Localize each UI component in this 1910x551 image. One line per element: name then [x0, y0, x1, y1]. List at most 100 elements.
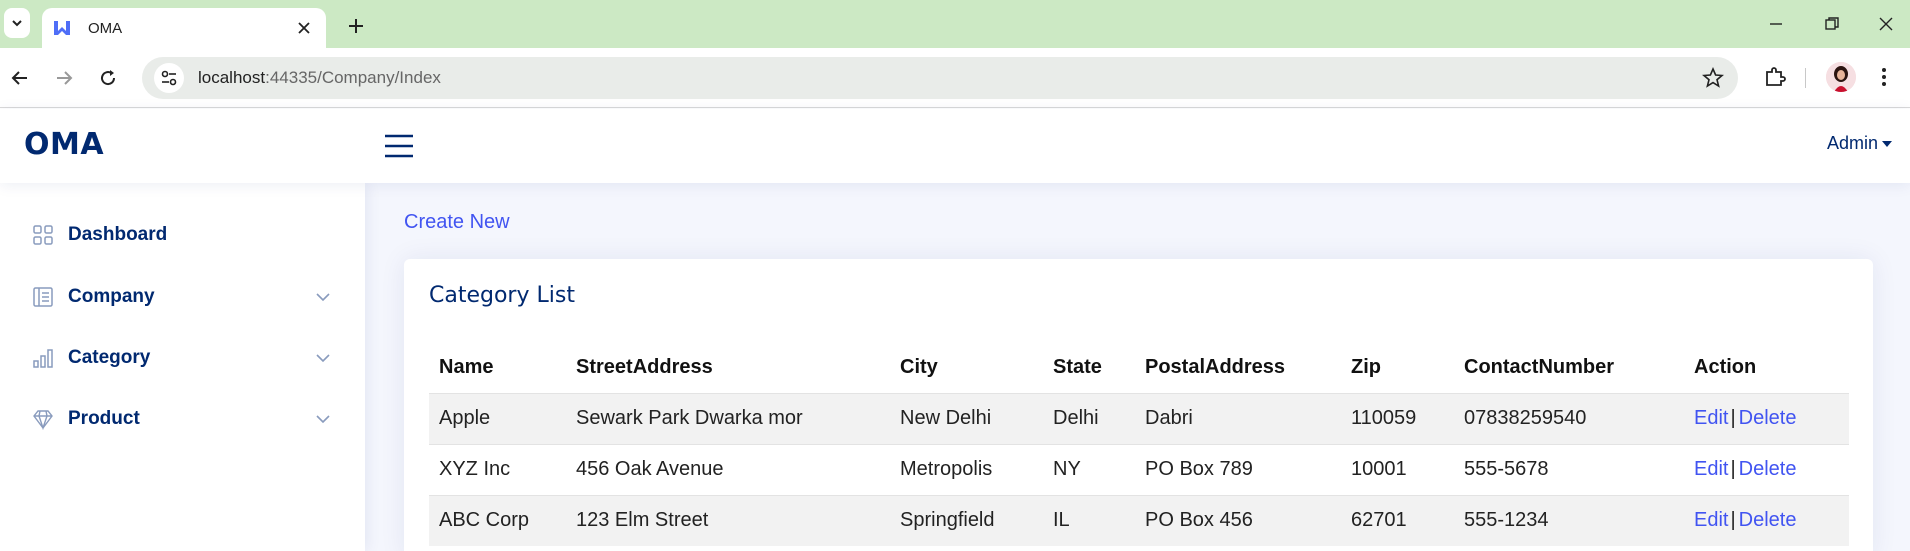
- sidebar-item-label: Company: [68, 286, 155, 307]
- action-separator: |: [1730, 509, 1736, 532]
- close-tab-icon[interactable]: [294, 18, 314, 38]
- cell-zip: 110059: [1341, 392, 1454, 444]
- profile-picture-icon: [1826, 62, 1856, 92]
- action-separator: |: [1730, 458, 1736, 480]
- edit-link[interactable]: Edit: [1694, 509, 1728, 531]
- more-vertical-icon: [1882, 68, 1886, 86]
- browser-tab-strip: OMA: [0, 0, 1910, 48]
- url-text: localhost:44335/Company/Index: [198, 68, 441, 88]
- cell-name: Apple: [429, 392, 566, 444]
- browser-tab-active[interactable]: OMA: [42, 8, 326, 48]
- cell-postal-address: PO Box 456: [1135, 494, 1341, 546]
- chevron-down-icon: [316, 415, 330, 424]
- chevron-down-icon: [316, 293, 330, 302]
- arrow-left-icon: [11, 71, 27, 85]
- cell-contact-number: 555-1234: [1454, 494, 1684, 546]
- minimize-window-button[interactable]: [1762, 12, 1790, 36]
- forward-button[interactable]: [50, 64, 78, 92]
- extensions-button[interactable]: [1760, 62, 1790, 92]
- edit-link[interactable]: Edit: [1694, 458, 1728, 480]
- site-info-button[interactable]: [154, 63, 184, 93]
- cell-name: ABC Corp: [429, 494, 566, 546]
- cell-state: Delhi: [1043, 392, 1135, 444]
- url-host: localhost: [198, 68, 266, 87]
- hamburger-menu-icon[interactable]: [384, 133, 414, 159]
- table-row: ABC Corp 123 Elm Street Springfield IL P…: [429, 494, 1849, 546]
- column-header-street-address: StreetAddress: [576, 356, 713, 379]
- cell-street-address: Sewark Park Dwarka mor: [566, 392, 890, 444]
- main-content: Create New Category List Name StreetAddr…: [365, 183, 1910, 551]
- sidebar-item-category[interactable]: Category: [32, 338, 332, 378]
- action-separator: |: [1730, 407, 1736, 429]
- cell-city: Metropolis: [890, 443, 1043, 495]
- layout-icon: [33, 287, 53, 307]
- category-list-card: Category List Name StreetAddress City St…: [404, 259, 1873, 551]
- caret-down-icon: [1882, 140, 1892, 147]
- cell-action: Edit | Delete: [1684, 443, 1849, 495]
- chevron-down-icon: [316, 354, 330, 363]
- user-menu-dropdown[interactable]: Admin: [1827, 133, 1892, 154]
- cell-contact-number: 07838259540: [1454, 392, 1684, 444]
- back-button[interactable]: [6, 64, 34, 92]
- url-path: :44335/Company/Index: [265, 68, 441, 87]
- cell-state: IL: [1043, 494, 1135, 546]
- card-title: Category List: [429, 283, 575, 308]
- minimize-icon: [1770, 23, 1782, 25]
- sidebar-item-company[interactable]: Company: [32, 277, 332, 317]
- delete-link[interactable]: Delete: [1739, 407, 1797, 429]
- puzzle-icon: [1766, 67, 1786, 86]
- column-header-zip: Zip: [1351, 356, 1381, 379]
- user-menu-label: Admin: [1826, 133, 1878, 153]
- toolbar-divider: [1805, 68, 1806, 88]
- tab-title: OMA: [88, 19, 123, 37]
- restore-icon: [1825, 17, 1839, 30]
- cell-postal-address: Dabri: [1135, 392, 1341, 444]
- table-row: XYZ Inc 456 Oak Avenue Metropolis NY PO …: [429, 443, 1849, 495]
- column-header-postal-address: PostalAddress: [1145, 356, 1286, 379]
- cell-street-address: 456 Oak Avenue: [566, 443, 890, 495]
- sidebar-item-dashboard[interactable]: Dashboard: [32, 215, 332, 255]
- grid-icon: [33, 225, 53, 245]
- new-tab-button[interactable]: [342, 12, 370, 40]
- cell-zip: 10001: [1341, 443, 1454, 495]
- delete-link[interactable]: Delete: [1739, 458, 1797, 480]
- reload-icon: [101, 70, 116, 86]
- restore-window-button[interactable]: [1818, 12, 1846, 36]
- column-header-state: State: [1053, 356, 1102, 379]
- sidebar-item-product[interactable]: Product: [32, 399, 332, 439]
- app-logo[interactable]: OMA: [24, 127, 104, 162]
- profile-avatar[interactable]: [1826, 62, 1856, 92]
- table-row: Apple Sewark Park Dwarka mor New Delhi D…: [429, 392, 1849, 444]
- cell-action: Edit | Delete: [1684, 494, 1849, 546]
- cell-action: Edit | Delete: [1684, 392, 1849, 444]
- star-icon[interactable]: [1702, 67, 1724, 89]
- browser-menu-button[interactable]: [1870, 62, 1898, 92]
- arrow-right-icon: [57, 71, 73, 85]
- column-header-city: City: [900, 356, 938, 379]
- edit-link[interactable]: Edit: [1694, 407, 1728, 429]
- tab-search-button[interactable]: [4, 8, 30, 38]
- cell-street-address: 123 Elm Street: [566, 494, 890, 546]
- cell-zip: 62701: [1341, 494, 1454, 546]
- cell-city: New Delhi: [890, 392, 1043, 444]
- sidebar-item-label: Category: [68, 347, 151, 368]
- column-header-name: Name: [439, 356, 494, 379]
- cell-city: Springfield: [890, 494, 1043, 546]
- chevron-down-icon: [12, 20, 22, 27]
- delete-link[interactable]: Delete: [1739, 509, 1797, 531]
- address-bar[interactable]: localhost:44335/Company/Index: [142, 57, 1738, 99]
- sidebar: Dashboard Company Category Product: [0, 183, 365, 551]
- company-table: Name StreetAddress City State PostalAddr…: [429, 343, 1849, 546]
- close-icon: [1879, 17, 1893, 31]
- reload-button[interactable]: [94, 64, 122, 92]
- create-new-link[interactable]: Create New: [404, 211, 510, 234]
- app-header: OMA Admin: [0, 109, 1910, 183]
- sidebar-item-label: Product: [68, 408, 140, 429]
- close-window-button[interactable]: [1872, 12, 1900, 36]
- cell-postal-address: PO Box 789: [1135, 443, 1341, 495]
- oma-favicon-icon: [54, 21, 70, 35]
- sidebar-item-label: Dashboard: [68, 224, 168, 245]
- column-header-contact-number: ContactNumber: [1464, 356, 1615, 379]
- bar-chart-icon: [33, 349, 53, 368]
- browser-toolbar: localhost:44335/Company/Index: [0, 48, 1910, 108]
